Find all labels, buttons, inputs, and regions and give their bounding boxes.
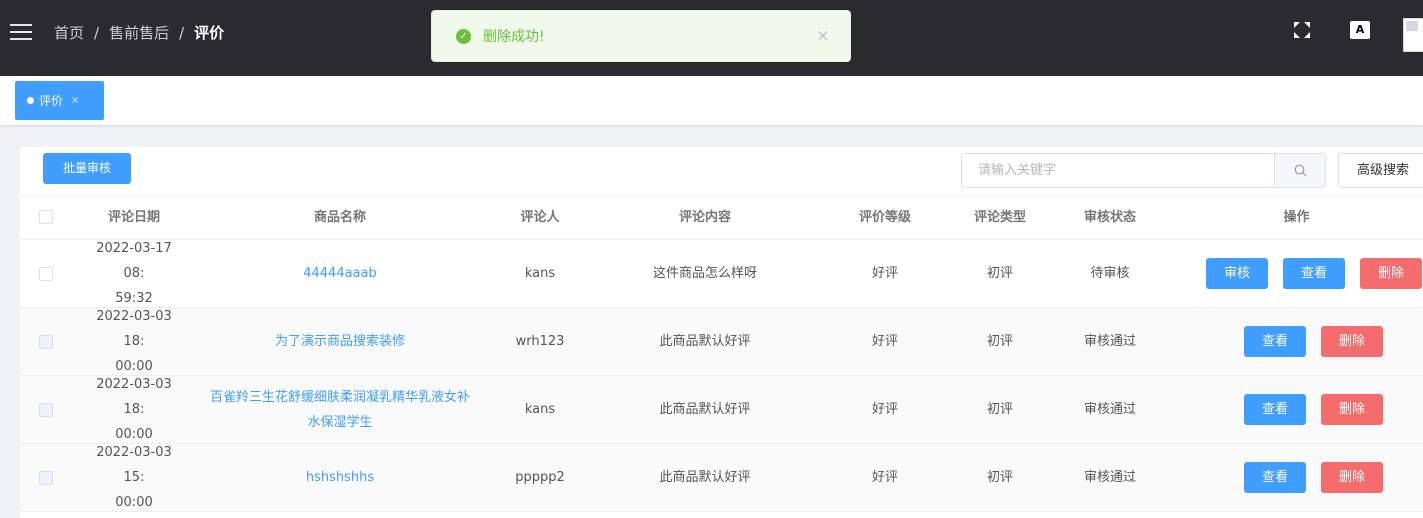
- delete-button[interactable]: 删除: [1321, 394, 1383, 425]
- cell-user: kans: [524, 266, 556, 281]
- date-line: 2022-03-03 15:: [96, 445, 172, 485]
- cell-content: 这件商品怎么样呀: [652, 266, 757, 281]
- cell-product-link[interactable]: 百雀羚三生花舒缓细肤柔润凝乳精华乳液女补 水保湿学生: [190, 376, 490, 443]
- cell-date: 2022-03-03 15: 00:00: [84, 444, 184, 511]
- row-checkbox[interactable]: [39, 403, 53, 417]
- check-circle-icon: ✓: [456, 28, 471, 44]
- language-label: A: [1355, 23, 1365, 36]
- search-box: [961, 153, 1326, 188]
- search-icon: [1294, 164, 1306, 177]
- tab-review[interactable]: 评价 ×: [15, 81, 104, 120]
- active-dot-icon: [27, 97, 34, 104]
- cell-user: kans: [524, 402, 556, 417]
- table-header: 评论日期 商品名称 评论人 评论内容 评价等级 评论类型 审核状态 操作: [20, 195, 1423, 240]
- cell-user: wrh123: [515, 334, 565, 349]
- column-header-actions: 操作: [1283, 210, 1310, 225]
- column-header-status: 审核状态: [1083, 210, 1136, 225]
- cell-product-link[interactable]: 44444aaab: [190, 240, 490, 307]
- view-button[interactable]: 查看: [1283, 258, 1345, 289]
- cell-type: 初评: [986, 402, 1013, 417]
- batch-audit-button[interactable]: 批量审核: [43, 153, 131, 184]
- row-checkbox[interactable]: [39, 471, 53, 485]
- table-row: 2022-03-03 15: 00:00 hshshshhs ppppp2 此商品…: [20, 444, 1423, 512]
- date-line: 2022-03-03 18:: [96, 377, 172, 417]
- column-header-user: 评论人: [520, 210, 560, 225]
- advanced-search-button[interactable]: 高级搜索: [1338, 153, 1423, 188]
- row-checkbox[interactable]: [39, 267, 53, 281]
- breadcrumb-separator: /: [94, 23, 100, 42]
- cell-product-link[interactable]: 为了演示商品搜索装修: [190, 308, 490, 375]
- cell-type: 初评: [986, 334, 1013, 349]
- review-panel: 批量审核 高级搜索 评论日期 商品名称 评论人 评论内容 评价等级 评论类型 审…: [20, 147, 1423, 518]
- column-header-type: 评论类型: [973, 210, 1026, 225]
- avatar[interactable]: [1403, 18, 1423, 52]
- cell-product-link[interactable]: hshshshhs: [190, 444, 490, 511]
- language-icon[interactable]: A: [1350, 21, 1370, 39]
- tab-review-label: 评价: [39, 94, 64, 108]
- table-row: 2022-03-03 18: 00:00 百雀羚三生花舒缓细肤柔润凝乳精华乳液女补…: [20, 376, 1423, 444]
- view-button[interactable]: 查看: [1244, 394, 1306, 425]
- cell-date: 2022-03-03 18: 00:00: [84, 308, 184, 375]
- cell-content: 此商品默认好评: [659, 402, 751, 417]
- cell-date: 2022-03-03 18: 00:00: [84, 376, 184, 443]
- row-checkbox[interactable]: [39, 335, 53, 349]
- column-header-content: 评论内容: [678, 210, 731, 225]
- table-row: 2022-03-17 08: 59:32 44444aaab kans 这件商品怎…: [20, 240, 1423, 308]
- cell-type: 初评: [986, 266, 1013, 281]
- fullscreen-icon[interactable]: [1292, 20, 1312, 40]
- cell-user: ppppp2: [515, 470, 565, 485]
- column-header-product: 商品名称: [313, 210, 366, 225]
- cell-level: 好评: [871, 402, 898, 417]
- cell-level: 好评: [871, 266, 898, 281]
- toast-message: 删除成功!: [483, 29, 545, 45]
- delete-button[interactable]: 删除: [1321, 462, 1383, 493]
- time-line: 00:00: [115, 495, 153, 510]
- select-all-checkbox[interactable]: [39, 210, 53, 224]
- breadcrumb-after-sales[interactable]: 售前售后: [109, 22, 169, 43]
- product-name-line: 水保湿学生: [307, 414, 373, 430]
- cell-status: 审核通过: [1083, 402, 1136, 417]
- cell-level: 好评: [871, 334, 898, 349]
- breadcrumb-current: 评价: [194, 24, 225, 42]
- cell-status: 审核通过: [1083, 334, 1136, 349]
- cell-content: 此商品默认好评: [659, 470, 751, 485]
- toast-close-icon[interactable]: ×: [816, 26, 830, 46]
- cell-level: 好评: [871, 470, 898, 485]
- view-button[interactable]: 查看: [1244, 462, 1306, 493]
- table-row: 2022-03-03 18: 00:00 为了演示商品搜索装修 wrh123 此商…: [20, 308, 1423, 376]
- cell-content: 此商品默认好评: [659, 334, 751, 349]
- cell-date: 2022-03-17 08: 59:32: [84, 240, 184, 307]
- breadcrumb-separator: /: [179, 23, 185, 42]
- cell-type: 初评: [986, 470, 1013, 485]
- view-button[interactable]: 查看: [1244, 326, 1306, 357]
- cell-status: 待审核: [1090, 266, 1130, 281]
- column-header-date: 评论日期: [107, 210, 160, 225]
- delete-button[interactable]: 删除: [1360, 258, 1422, 289]
- delete-button[interactable]: 删除: [1321, 326, 1383, 357]
- breadcrumb-home[interactable]: 首页: [54, 22, 84, 43]
- product-name-line: 百雀羚三生花舒缓细肤柔润凝乳精华乳液女补: [209, 389, 470, 405]
- menu-toggle-icon[interactable]: [10, 24, 32, 42]
- search-input[interactable]: [962, 154, 1274, 187]
- tags-bar: 评价 ×: [0, 76, 1423, 125]
- date-line: 2022-03-17 08:: [96, 241, 172, 281]
- breadcrumb: 首页 / 售前售后 / 评价: [54, 22, 224, 43]
- tab-close-icon[interactable]: ×: [71, 95, 79, 106]
- date-line: 2022-03-03 18:: [96, 309, 172, 349]
- audit-button[interactable]: 审核: [1206, 258, 1268, 289]
- success-toast: ✓ 删除成功! ×: [431, 10, 851, 62]
- search-button[interactable]: [1274, 154, 1325, 187]
- cell-status: 审核通过: [1083, 470, 1136, 485]
- column-header-level: 评价等级: [858, 210, 911, 225]
